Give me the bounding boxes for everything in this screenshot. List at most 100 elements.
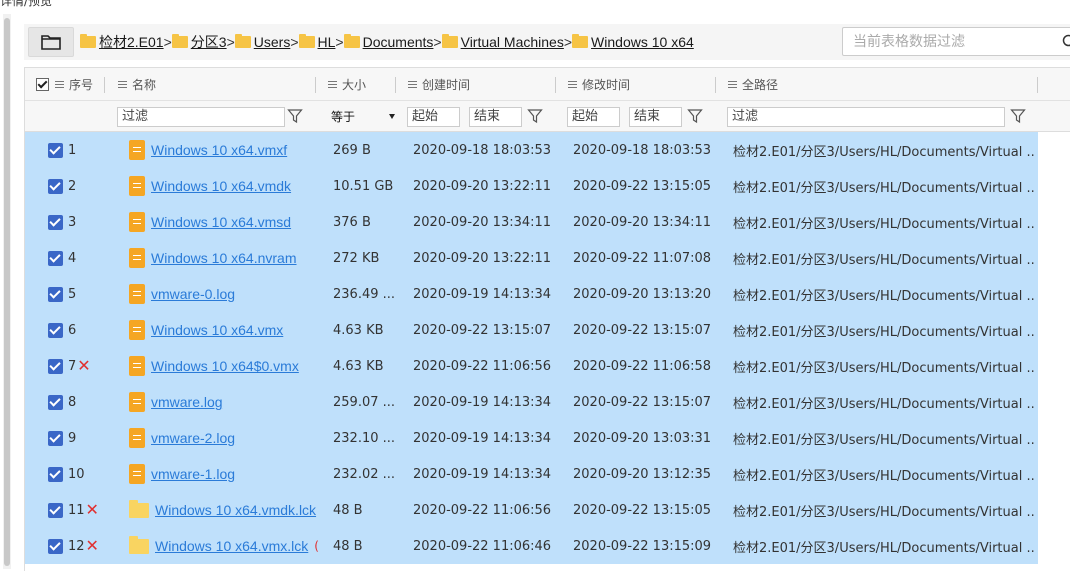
filter-icon[interactable] bbox=[287, 108, 303, 124]
header-modified[interactable]: 修改时间 bbox=[568, 68, 630, 101]
table-row[interactable]: 10 vmware-1.log 232.02 ... 2020-09-19 14:13… bbox=[25, 456, 1038, 492]
file-name-link[interactable]: vmware-1.log bbox=[151, 466, 235, 482]
table-row[interactable]: 3 Windows 10 x64.vmsd 376 B 2020-09-20 13:3… bbox=[25, 204, 1038, 240]
row-checkbox[interactable] bbox=[48, 250, 63, 266]
table-row[interactable]: 7 ✕ Windows 10 x64$0.vmx 4.63 KB 2020-09-22 … bbox=[25, 348, 1038, 384]
breadcrumb-label[interactable]: HL bbox=[318, 34, 336, 50]
row-checkbox[interactable] bbox=[48, 538, 63, 554]
header-created[interactable]: 创建时间 bbox=[408, 68, 470, 101]
row-checkbox[interactable] bbox=[48, 142, 63, 158]
breadcrumb-label[interactable]: 检材2.E01 bbox=[99, 32, 164, 52]
table-row[interactable]: 9 vmware-2.log 232.10 ... 2020-09-19 14:13:… bbox=[25, 420, 1038, 456]
breadcrumb-item[interactable]: Users bbox=[234, 34, 291, 50]
breadcrumb-label[interactable]: Virtual Machines bbox=[461, 34, 564, 50]
full-path: 检材2.E01/分区3/Users/HL/Documents/Virtual .… bbox=[733, 468, 1035, 484]
column-menu-icon[interactable] bbox=[408, 81, 417, 88]
breadcrumb-label[interactable]: Windows 10 x64 bbox=[591, 34, 694, 50]
row-checkbox[interactable] bbox=[48, 430, 63, 446]
column-menu-icon[interactable] bbox=[118, 81, 127, 88]
created-start-input[interactable]: 起始 bbox=[407, 107, 460, 127]
vertical-scrollbar[interactable] bbox=[3, 14, 11, 569]
full-path: 检材2.E01/分区3/Users/HL/Documents/Virtual .… bbox=[733, 360, 1035, 376]
filter-icon[interactable] bbox=[687, 108, 703, 124]
name-tail: ( bbox=[314, 539, 319, 553]
file-name-link[interactable]: Windows 10 x64.vmdk bbox=[151, 178, 291, 194]
modified-end-input[interactable]: 结束 bbox=[629, 107, 682, 127]
file-name-link[interactable]: vmware-2.log bbox=[151, 430, 235, 446]
breadcrumb-item[interactable]: Virtual Machines bbox=[441, 34, 564, 50]
row-index: 2 bbox=[68, 178, 77, 194]
table-row[interactable]: 11 ✕ Windows 10 x64.vmdk.lck 48 B 2020-09-22… bbox=[25, 492, 1038, 528]
table-row[interactable]: 12 ✕ Windows 10 x64.vmx.lck (48 B 2020-09-22… bbox=[25, 528, 1038, 564]
row-index: 4 bbox=[68, 250, 77, 266]
file-name-link[interactable]: Windows 10 x64$0.vmx bbox=[151, 358, 299, 374]
column-menu-icon[interactable] bbox=[328, 81, 337, 88]
file-name-link[interactable]: Windows 10 x64.vmsd bbox=[151, 214, 291, 230]
breadcrumb-item[interactable]: Windows 10 x64 bbox=[572, 34, 694, 50]
file-name-link[interactable]: Windows 10 x64.vmxf bbox=[151, 142, 287, 158]
file-name-link[interactable]: vmware-0.log bbox=[151, 286, 235, 302]
column-menu-icon[interactable] bbox=[568, 81, 577, 88]
document-icon bbox=[129, 140, 145, 160]
table-row[interactable]: 4 Windows 10 x64.nvram 272 KB 2020-09-20 13… bbox=[25, 240, 1038, 276]
breadcrumb-label[interactable]: 分区3 bbox=[191, 32, 227, 52]
document-icon bbox=[129, 356, 145, 376]
breadcrumb-separator: > bbox=[335, 34, 344, 50]
column-menu-icon[interactable] bbox=[55, 81, 64, 88]
table-row[interactable]: 8 vmware.log 259.07 ... 2020-09-19 14:13:34… bbox=[25, 384, 1038, 420]
row-checkbox[interactable] bbox=[48, 214, 63, 230]
document-icon bbox=[129, 428, 145, 448]
header-path[interactable]: 全路径 bbox=[728, 68, 778, 101]
modified-time: 2020-09-18 18:03:53 bbox=[573, 142, 712, 158]
row-index: 12 bbox=[68, 538, 85, 554]
search-input[interactable] bbox=[843, 28, 1053, 55]
file-name-link[interactable]: Windows 10 x64.nvram bbox=[151, 250, 297, 266]
row-checkbox[interactable] bbox=[48, 286, 63, 302]
file-name-link[interactable]: Windows 10 x64.vmdk.lck bbox=[155, 502, 316, 518]
column-menu-icon[interactable] bbox=[728, 81, 737, 88]
filter-icon[interactable] bbox=[1010, 108, 1026, 124]
row-checkbox[interactable] bbox=[48, 502, 63, 518]
table-row[interactable]: 6 Windows 10 x64.vmx 4.63 KB 2020-09-22 13:… bbox=[25, 312, 1038, 348]
created-time: 2020-09-18 18:03:53 bbox=[413, 142, 552, 158]
breadcrumb-item[interactable]: 检材2.E01 bbox=[80, 32, 164, 52]
breadcrumb-item[interactable]: 分区3 bbox=[171, 32, 227, 52]
row-checkbox[interactable] bbox=[48, 358, 63, 374]
document-icon bbox=[129, 464, 145, 484]
filter-icon[interactable] bbox=[527, 108, 543, 124]
created-end-input[interactable]: 结束 bbox=[469, 107, 522, 127]
file-size: 236.49 ... bbox=[333, 286, 396, 302]
modified-start-input[interactable]: 起始 bbox=[567, 107, 620, 127]
select-all-checkbox[interactable] bbox=[36, 78, 49, 91]
file-name-link[interactable]: vmware.log bbox=[151, 394, 223, 410]
breadcrumb-separator: > bbox=[226, 34, 235, 50]
row-checkbox[interactable] bbox=[48, 322, 63, 338]
breadcrumb-item[interactable]: HL bbox=[298, 34, 336, 50]
header-size[interactable]: 大小 bbox=[328, 68, 366, 101]
file-size: 10.51 GB bbox=[333, 178, 394, 194]
row-checkbox[interactable] bbox=[48, 394, 63, 410]
created-time: 2020-09-22 11:06:56 bbox=[413, 502, 552, 518]
breadcrumb-label[interactable]: Users bbox=[254, 34, 291, 50]
panel-title: 详情/预览 bbox=[0, 0, 53, 8]
search-icon[interactable] bbox=[1062, 34, 1070, 50]
row-checkbox[interactable] bbox=[48, 178, 63, 194]
size-operator-select[interactable]: 等于 bbox=[331, 107, 395, 127]
folder-icon bbox=[129, 499, 149, 518]
folder-icon bbox=[343, 34, 360, 48]
breadcrumb-label[interactable]: Documents bbox=[363, 34, 434, 50]
file-name-link[interactable]: Windows 10 x64.vmx bbox=[151, 322, 283, 338]
name-filter-input[interactable]: 过滤 bbox=[117, 107, 285, 127]
table-row[interactable]: 2 Windows 10 x64.vmdk 10.51 GB 2020-09-20 1… bbox=[25, 168, 1038, 204]
table-row[interactable]: 5 vmware-0.log 236.49 ... 2020-09-19 14:13:… bbox=[25, 276, 1038, 312]
table-filter-search[interactable] bbox=[842, 27, 1070, 56]
folder-toggle-button[interactable] bbox=[28, 27, 74, 57]
file-name-link[interactable]: Windows 10 x64.vmx.lck bbox=[155, 538, 308, 554]
breadcrumb-item[interactable]: Documents bbox=[343, 34, 434, 50]
header-index[interactable]: 序号 bbox=[36, 68, 93, 101]
header-name[interactable]: 名称 bbox=[118, 68, 156, 101]
table-row[interactable]: 1 Windows 10 x64.vmxf 269 B 2020-09-18 18:0… bbox=[25, 132, 1038, 168]
path-filter-input[interactable]: 过滤 bbox=[727, 107, 1005, 127]
scrollbar-thumb[interactable] bbox=[4, 18, 10, 566]
row-checkbox[interactable] bbox=[48, 466, 63, 482]
